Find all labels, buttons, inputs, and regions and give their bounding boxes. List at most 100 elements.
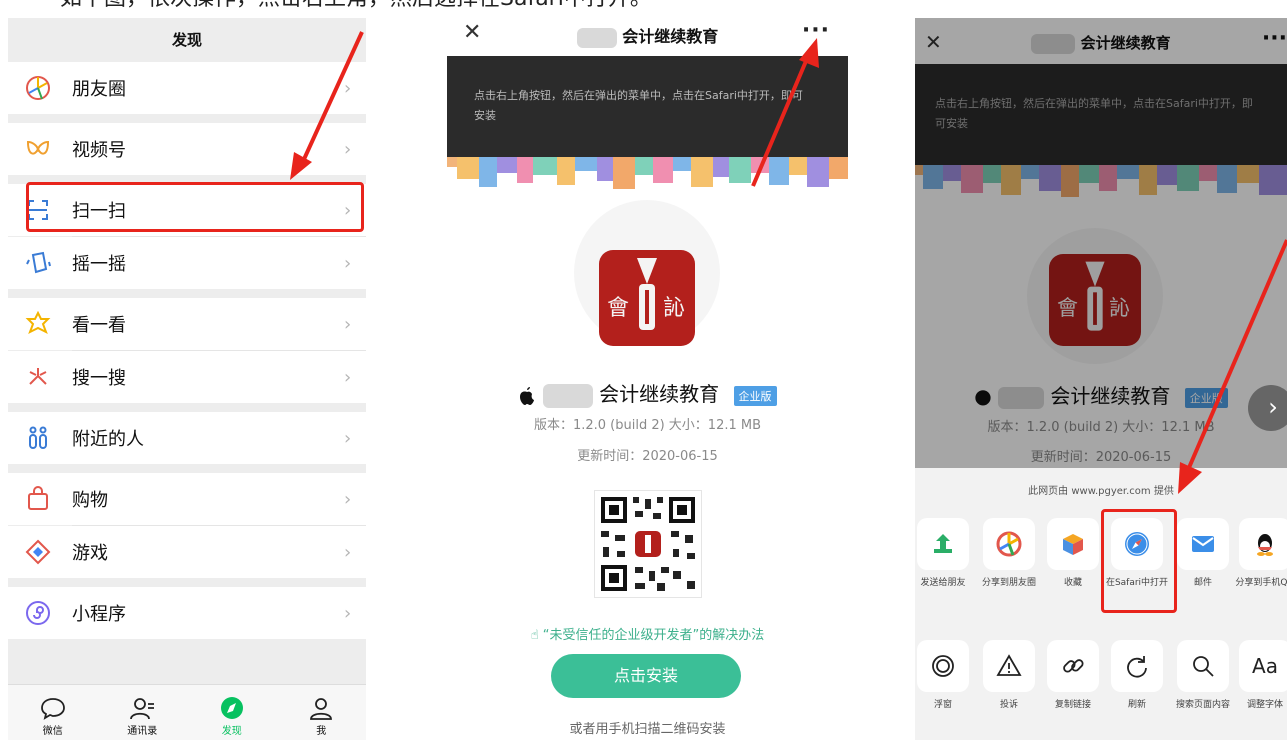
action-search-page[interactable]: 搜索页面内容	[1171, 640, 1235, 711]
action-font-size[interactable]: Aa 调整字体	[1233, 640, 1287, 711]
discover-item-top-stories[interactable]: 看一看 ›	[8, 298, 366, 350]
blurred-text	[1031, 33, 1076, 54]
bottom-tab-bar: 微信 通讯录 发现 我	[8, 684, 366, 740]
app-name-text: 会计继续教育	[599, 382, 720, 406]
discover-item-label: 搜一搜	[72, 368, 126, 389]
share-moments[interactable]: 分享到朋友圈	[977, 518, 1041, 589]
games-icon	[24, 538, 52, 566]
qq-icon	[1257, 534, 1273, 556]
moments-icon	[24, 74, 52, 102]
page-title-text: 会计继续教育	[1080, 34, 1171, 52]
discover-item-label: 附近的人	[72, 429, 144, 450]
logo-glyph-left: 會	[1057, 296, 1078, 320]
search-icon	[24, 363, 52, 391]
tab-label: 我	[316, 726, 327, 737]
red-arrow-safari	[1178, 239, 1287, 494]
thumb-icon: ☝	[530, 628, 539, 643]
qr-code	[594, 490, 702, 598]
share-label: 复制链接	[1054, 700, 1091, 710]
red-arrow-more	[751, 38, 819, 187]
share-label: 收藏	[1063, 578, 1082, 588]
discover-item-shopping[interactable]: 购物 ›	[8, 473, 366, 525]
search-page-icon	[1193, 656, 1214, 677]
share-label: 发送给朋友	[920, 578, 966, 588]
chevron-right-icon: ›	[344, 541, 352, 563]
more-menu-icon[interactable]: ···	[1262, 26, 1287, 51]
red-arrow-scan	[290, 31, 364, 180]
shake-icon	[24, 249, 52, 277]
tab-discover[interactable]: 发现	[187, 685, 277, 740]
install-button[interactable]: 点击安装	[551, 654, 741, 698]
discover-item-label: 摇一摇	[72, 254, 126, 275]
discover-item-label: 小程序	[72, 604, 126, 625]
send-to-friend-icon	[934, 534, 952, 553]
font-size-icon: Aa	[1252, 653, 1278, 678]
pixel-decoration	[915, 165, 1287, 197]
share-favorite[interactable]: 收藏	[1041, 518, 1105, 589]
apple-icon: ●	[974, 384, 992, 408]
share-qq[interactable]: 分享到手机QQ	[1233, 518, 1287, 589]
share-moments-icon	[996, 531, 1022, 557]
contacts-icon	[130, 698, 155, 720]
enterprise-badge: 企业版	[733, 385, 777, 406]
highlight-box-safari	[1101, 509, 1177, 613]
chevron-right-icon: ›	[344, 313, 352, 335]
share-label: 分享到朋友圈	[981, 578, 1036, 588]
discover-item-mini-programs[interactable]: 小程序 ›	[8, 587, 366, 639]
chat-icon	[40, 698, 65, 720]
chevron-right-icon: ›	[344, 252, 352, 274]
report-icon	[996, 654, 1022, 676]
app-name: 会计继续教育 企业版	[447, 378, 848, 408]
logo-glyph-right: 訫	[663, 296, 686, 321]
discover-item-games[interactable]: 游戏 ›	[8, 526, 366, 578]
instruction-banner: 点击右上角按钮，然后在弹出的菜单中，点击在Safari中打开，即可安装	[915, 64, 1287, 165]
app-name-text: 会计继续教育	[1050, 384, 1171, 408]
logo-glyph-left: 會	[607, 296, 630, 321]
action-copy-link[interactable]: 复制链接	[1041, 640, 1105, 711]
discover-item-label: 看一看	[72, 315, 126, 336]
chevron-right-icon: ›	[344, 366, 352, 388]
share-mail[interactable]: 邮件	[1171, 518, 1235, 589]
discover-item-people-nearby[interactable]: 附近的人 ›	[8, 412, 366, 464]
share-label: 分享到手机QQ	[1235, 578, 1287, 588]
top-stories-icon	[24, 310, 52, 338]
banner-text: 点击右上角按钮，然后在弹出的菜单中，点击在Safari中打开，即可安装	[935, 97, 1253, 130]
tab-chats[interactable]: 微信	[8, 685, 98, 740]
discover-item-search[interactable]: 搜一搜 ›	[8, 351, 366, 403]
people-nearby-icon	[24, 424, 52, 452]
share-label: 搜索页面内容	[1175, 700, 1230, 710]
share-label: 投诉	[999, 700, 1018, 710]
tab-label: 发现	[221, 726, 242, 737]
tab-label: 通讯录	[127, 726, 158, 737]
help-link-text: “未受信任的企业级开发者”的解决办法	[542, 628, 765, 643]
update-time: 更新时间：2020-06-15	[577, 449, 718, 464]
mini-programs-icon	[24, 599, 52, 627]
logo-glyph-right: 訫	[1109, 296, 1130, 320]
share-label: 调整字体	[1246, 700, 1283, 710]
action-float-window[interactable]: 浮窗	[915, 640, 975, 711]
untrusted-developer-help-link[interactable]: ☝ “未受信任的企业级开发者”的解决办法	[447, 624, 848, 643]
discover-icon	[220, 697, 243, 719]
share-label: 刷新	[1127, 700, 1146, 710]
share-send-to-friend[interactable]: 发送给朋友	[915, 518, 975, 589]
app-logo: 會 訫	[1049, 254, 1141, 346]
apple-icon	[520, 386, 535, 405]
page-title-text: 会计继续教育	[622, 27, 719, 46]
action-refresh[interactable]: 刷新	[1105, 640, 1169, 711]
blurred-text	[998, 386, 1045, 409]
tab-contacts[interactable]: 通讯录	[98, 685, 188, 740]
app-logo: 會 訫	[599, 250, 695, 346]
discover-item-shake[interactable]: 摇一摇 ›	[8, 237, 366, 289]
action-report[interactable]: 投诉	[977, 640, 1041, 711]
page-title: 会计继续教育	[915, 32, 1287, 54]
chevron-right-icon: ›	[344, 488, 352, 510]
tab-me[interactable]: 我	[277, 685, 367, 740]
channels-icon	[24, 135, 52, 163]
me-icon	[310, 698, 333, 720]
float-window-icon	[932, 655, 954, 677]
blurred-text	[576, 27, 617, 48]
chevron-right-icon: ›	[344, 602, 352, 624]
chevron-right-icon: ›	[344, 427, 352, 449]
webview-nav-bar: ✕ 会计继续教育 ···	[915, 18, 1287, 64]
discover-item-label: 游戏	[72, 543, 108, 564]
